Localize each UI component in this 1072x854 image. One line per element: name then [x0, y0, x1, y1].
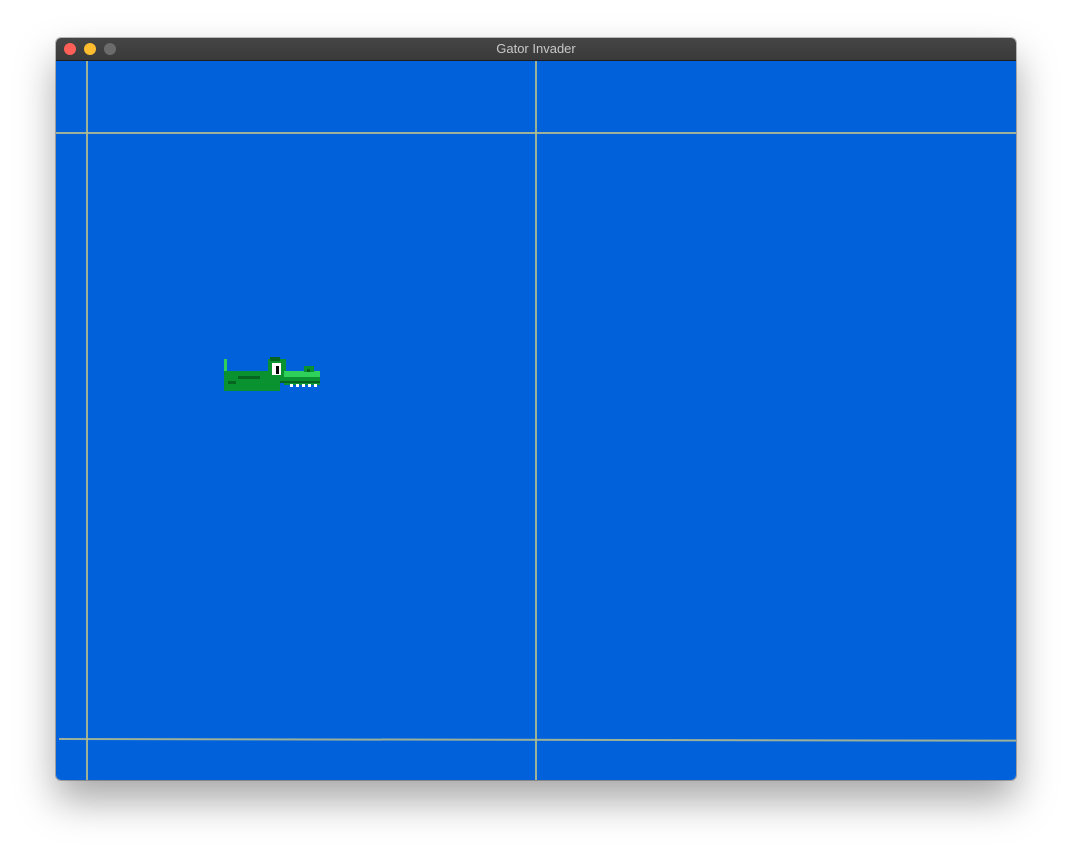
vertical-guide-line-left [86, 61, 88, 780]
gator-player-sprite [224, 357, 320, 391]
horizontal-guide-line-bottom [58, 738, 1016, 742]
horizontal-guide-line-top [56, 132, 1016, 134]
window-title: Gator Invader [496, 41, 576, 56]
game-canvas[interactable] [56, 61, 1016, 780]
game-window: Gator Invader [56, 38, 1016, 780]
title-bar[interactable]: Gator Invader [56, 38, 1016, 61]
vertical-guide-line-center [535, 61, 537, 780]
